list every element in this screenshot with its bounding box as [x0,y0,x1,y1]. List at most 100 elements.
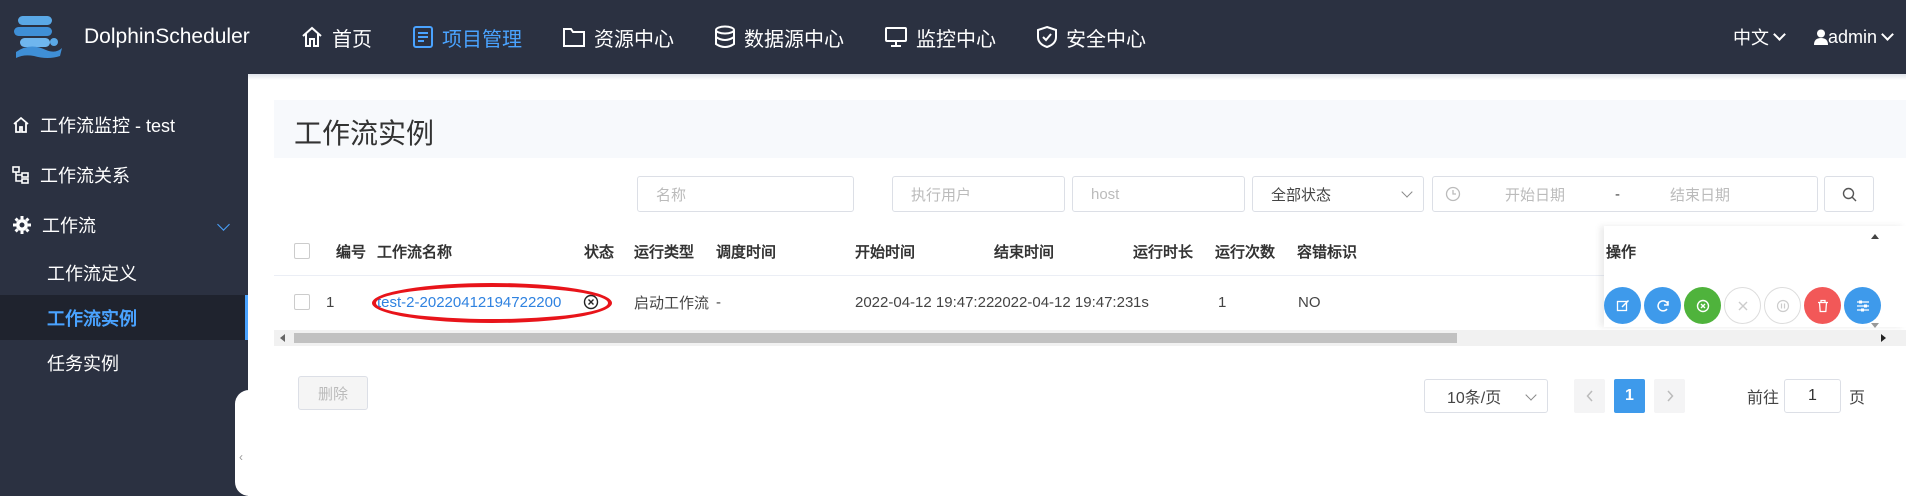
recover-icon [1696,299,1709,312]
nav-resource-label: 资源中心 [594,28,674,51]
tree-icon [12,166,29,184]
row-checkbox[interactable] [294,277,310,327]
name-search-input[interactable]: 名称 [637,176,854,212]
page-size-select[interactable]: 10条/页 [1424,379,1548,413]
rerun-button[interactable] [1644,287,1681,324]
annotation-ellipse [372,283,612,323]
name-search-placeholder: 名称 [656,186,687,204]
header-no: 编号 [336,243,367,261]
chevron-left-icon [1585,390,1593,402]
cell-run-type: 启动工作流 [634,294,710,312]
cell-duration: 1s [1133,293,1149,311]
nav-security-label: 安全中心 [1066,28,1146,51]
nav-resource[interactable]: 资源中心 [562,0,674,74]
delete-row-button[interactable] [1804,287,1841,324]
main-nav: 首页 项目管理 资源中心 数据源中心 监控中心 安全中心 [300,0,1186,74]
sidebar-item-label: 工作流 [42,216,96,236]
language-label: 中文 [1732,28,1769,48]
shield-icon [1037,25,1057,49]
cell-schedule-time: - [716,293,721,311]
header-state: 状态 [584,243,615,261]
nav-project[interactable]: 项目管理 [412,0,522,74]
nav-home[interactable]: 首页 [300,0,372,74]
batch-delete-button[interactable]: 删除 [298,376,368,410]
cell-end-time: 2022-04-12 19:47:23 [994,293,1134,311]
user-icon [1813,29,1828,45]
next-page-button[interactable] [1654,379,1685,413]
header-operation: 操作 [1606,243,1637,261]
recover-failed-button[interactable] [1684,287,1721,324]
chevron-right-icon [1666,390,1674,402]
start-date-placeholder: 开始日期 [1505,186,1566,204]
cell-run-times: 1 [1218,293,1227,311]
logo[interactable]: DolphinScheduler [0,12,250,62]
vertical-scrollbar[interactable] [1868,226,1882,330]
sidebar-subitem-label: 工作流定义 [47,263,137,284]
search-icon [1842,187,1856,201]
pause-button[interactable] [1764,287,1801,324]
page-title: 工作流实例 [294,118,435,149]
sidebar-item-workflow-definition[interactable]: 工作流定义 [0,250,248,295]
goto-prefix: 前往 [1747,390,1780,407]
horizontal-scrollbar[interactable] [274,330,1906,346]
cell-start-time: 2022-04-12 19:47:22 [855,293,995,311]
chevron-down-icon [217,218,230,231]
executor-search-input[interactable]: 执行用户 [892,176,1065,212]
goto-suffix: 页 [1849,390,1866,407]
sidebar-item-label: 工作流监控 - test [40,116,176,136]
sidebar-item-workflow-instance[interactable]: 工作流实例 [0,295,248,340]
nav-datasource[interactable]: 数据源中心 [714,0,844,74]
sidebar: 工作流监控 - test 工作流关系 工作流 工作流定义 工作流实例 任务实例 [0,74,248,496]
goto-page-input[interactable]: 1 [1784,379,1841,413]
chevron-down-icon [1401,186,1413,198]
page-size-value: 10条/页 [1447,390,1502,407]
top-shadow [248,74,1906,80]
end-date-placeholder: 结束日期 [1670,186,1731,204]
header-name: 工作流名称 [377,243,453,261]
sidebar-item-monitor[interactable]: 工作流监控 - test [0,100,248,150]
nav-monitor[interactable]: 监控中心 [884,0,996,74]
sidebar-item-label: 工作流关系 [40,166,130,186]
sidebar-item-relation[interactable]: 工作流关系 [0,150,248,200]
sidebar-item-task-instance[interactable]: 任务实例 [0,340,248,385]
nav-datasource-label: 数据源中心 [744,28,844,51]
scroll-down-icon[interactable] [1871,323,1879,328]
project-icon [413,26,433,48]
header-end-time: 结束时间 [994,243,1055,261]
scroll-up-icon[interactable] [1871,234,1879,239]
date-range-picker[interactable]: 开始日期 - 结束日期 [1432,176,1818,212]
folder-icon [563,28,585,47]
dolphin-logo-icon [12,12,68,62]
host-search-input[interactable]: host [1072,176,1245,212]
cell-no: 1 [326,293,335,311]
chevron-down-icon [1773,28,1786,41]
edit-button[interactable] [1604,287,1641,324]
scrollbar-thumb[interactable] [294,333,1457,343]
clock-icon [1445,186,1461,202]
search-button[interactable] [1824,176,1874,212]
page-header: 工作流实例 [274,100,1906,158]
nav-security[interactable]: 安全中心 [1036,0,1146,74]
nav-home-label: 首页 [332,28,372,51]
date-separator: - [1615,185,1621,203]
sidebar-subitem-label: 任务实例 [47,353,119,374]
home-icon [13,116,29,133]
page-number-current[interactable]: 1 [1614,379,1645,413]
language-dropdown[interactable]: 中文 [1732,24,1786,50]
cell-fault-tolerant: NO [1298,293,1321,311]
edit-icon [1616,299,1629,311]
user-menu[interactable]: admin [1813,27,1894,48]
scroll-left-icon[interactable] [280,334,285,342]
nav-project-label: 项目管理 [442,28,522,51]
header-schedule-time: 调度时间 [716,243,777,261]
sidebar-subitem-label: 工作流实例 [47,308,137,329]
status-select[interactable]: 全部状态 [1252,176,1424,212]
stop-button[interactable] [1724,287,1761,324]
prev-page-button[interactable] [1574,379,1605,413]
executor-search-placeholder: 执行用户 [911,186,972,204]
status-select-value: 全部状态 [1271,186,1332,204]
scroll-right-icon[interactable] [1881,334,1886,342]
sidebar-item-workflow[interactable]: 工作流 [0,200,248,250]
select-all-checkbox[interactable] [294,226,310,276]
sidebar-collapse-handle[interactable]: ‹ [235,390,249,496]
